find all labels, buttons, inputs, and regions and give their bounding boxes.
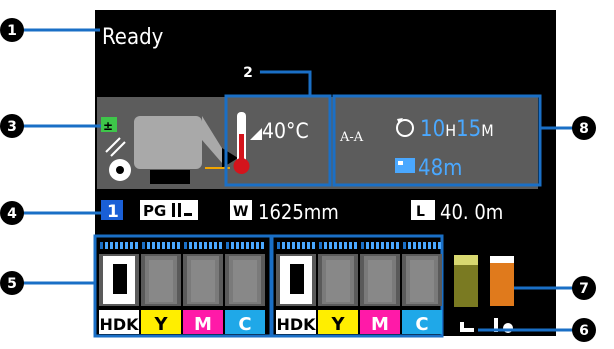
- ink-label: HDK: [99, 315, 139, 334]
- callout-4: 4: [0, 201, 101, 225]
- tray-number: 1: [107, 202, 119, 222]
- ink-slot: HDK: [99, 242, 139, 334]
- ink-label: M: [371, 314, 389, 335]
- callout-5: 5: [0, 271, 95, 295]
- ink-label: C: [238, 314, 251, 335]
- distance-icon: [395, 158, 415, 173]
- callout-3: 3: [0, 114, 101, 138]
- callout-number: 8: [579, 121, 589, 137]
- temperature-value: 40°C: [262, 119, 309, 143]
- pg-label: PG: [143, 202, 166, 220]
- ink-slot: M: [183, 242, 223, 335]
- callout-number: 2: [243, 65, 253, 81]
- ink-label: M: [194, 314, 212, 335]
- ink-label: C: [415, 314, 428, 335]
- ink-label: Y: [153, 314, 168, 335]
- ink-slot: Y: [318, 242, 358, 335]
- lcd-screen-diagram: Ready ± 40°C A-A 10H15M 48m 1 PG W 1625m…: [0, 10, 596, 342]
- ink-label: Y: [330, 314, 345, 335]
- svg-text:±: ±: [103, 119, 113, 133]
- callout-number: 7: [579, 281, 589, 297]
- length-badge-label: L: [416, 204, 425, 220]
- callout-number: 3: [7, 119, 17, 135]
- ink-label: HDK: [276, 315, 316, 334]
- callout-number: 5: [7, 276, 17, 292]
- timer-mode: A-A: [339, 130, 364, 145]
- width-value: 1625mm: [258, 200, 339, 224]
- ink-slot: M: [360, 242, 400, 335]
- callout-number: 6: [579, 323, 589, 339]
- length-value: 40. 0m: [440, 200, 503, 224]
- ink-slot: C: [225, 242, 265, 335]
- timer-value: 10H15M: [420, 117, 494, 142]
- width-badge-label: W: [233, 204, 248, 220]
- callout-number: 1: [7, 23, 17, 39]
- ink-slot: C: [402, 242, 442, 335]
- distance-value: 48m: [418, 156, 462, 181]
- callout-1: 1: [0, 18, 100, 42]
- status-text: Ready: [102, 25, 164, 50]
- callout-number: 4: [7, 206, 17, 222]
- ink-slot: HDK: [276, 242, 316, 334]
- ink-slot: Y: [141, 242, 181, 335]
